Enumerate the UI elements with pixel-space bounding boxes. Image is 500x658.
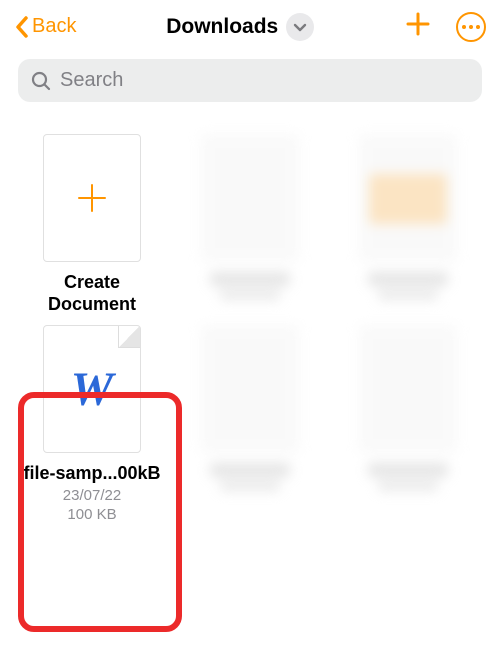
chevron-down-icon [293, 22, 307, 32]
plus-icon [404, 10, 432, 38]
back-label: Back [32, 15, 76, 38]
plus-icon [73, 179, 111, 217]
file-thumb: W [43, 325, 141, 453]
search-bar[interactable] [18, 59, 482, 102]
more-options-button[interactable] [456, 12, 486, 42]
create-document-thumb [43, 134, 141, 262]
search-icon [30, 70, 52, 92]
page-title: Downloads [166, 15, 278, 39]
search-input[interactable] [60, 69, 470, 92]
file-item-blurred[interactable] [176, 325, 324, 523]
file-item-blurred[interactable] [176, 134, 324, 315]
ellipsis-icon [462, 25, 480, 29]
page-fold-icon [118, 326, 140, 348]
word-doc-icon: W [71, 362, 114, 417]
title-dropdown-button[interactable] [286, 13, 314, 41]
file-date: 23/07/22 [63, 487, 121, 504]
file-item-blurred[interactable] [334, 325, 482, 523]
back-button[interactable]: Back [14, 15, 76, 39]
add-button[interactable] [404, 10, 432, 43]
file-item[interactable]: W file-samp...00kB 23/07/22 100 KB [18, 325, 166, 523]
file-name: file-samp...00kB [23, 463, 160, 485]
create-document-label: Create Document [48, 272, 136, 315]
chevron-left-icon [14, 15, 30, 39]
create-document-button[interactable]: Create Document [18, 134, 166, 315]
file-size: 100 KB [67, 506, 116, 523]
file-item-blurred[interactable] [334, 134, 482, 315]
